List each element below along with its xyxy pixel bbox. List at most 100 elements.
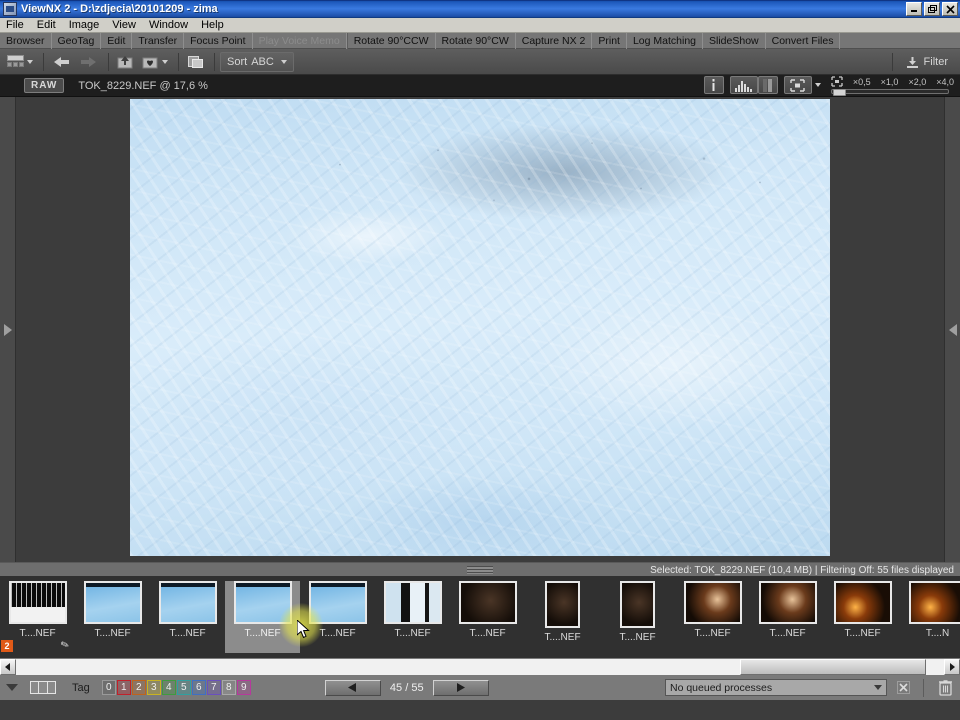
filmstrip-layout-icon[interactable] (30, 681, 56, 694)
thumbnail-image (908, 581, 960, 624)
filmstrip-thumbnail[interactable]: T....NEF (675, 581, 750, 653)
zoom-slider[interactable] (830, 89, 949, 96)
thumbnail-label: T....NEF (169, 628, 206, 639)
menu-item-file[interactable]: File (6, 19, 33, 31)
zoom-stop-2[interactable]: ×2,0 (908, 77, 926, 87)
zoom-slider-thumb[interactable] (832, 89, 846, 96)
rating-badge[interactable]: 2 (1, 640, 13, 652)
thumbnail-image (758, 581, 817, 624)
chevron-down-icon-3[interactable] (280, 59, 287, 64)
filmstrip-thumbnail[interactable]: T....NEF (825, 581, 900, 653)
menu-item-view[interactable]: View (112, 19, 145, 31)
toolbar-button-rotate-cw[interactable]: Rotate 90°CW (436, 32, 516, 49)
expand-right-panel-icon[interactable] (944, 97, 960, 562)
tag-button-1[interactable]: 1 (116, 680, 131, 695)
scroll-right-button[interactable] (944, 658, 960, 675)
zoom-stop-3[interactable]: ×4,0 (936, 77, 954, 87)
triangle-right (3, 323, 12, 336)
panel-splitter[interactable]: Selected: TOK_8229.NEF (10,4 MB) | Filte… (0, 562, 960, 576)
tag-button-5[interactable]: 5 (176, 680, 191, 695)
info-icon[interactable] (703, 76, 724, 94)
fit-to-screen-icon[interactable] (783, 76, 812, 94)
snow-photo[interactable] (130, 99, 830, 556)
thumbnail-art (235, 583, 290, 622)
trash-icon[interactable] (934, 678, 956, 698)
previous-image-button[interactable] (324, 679, 381, 696)
filmstrip-thumbnail[interactable]: T....NEF (375, 581, 450, 653)
thumbnail-art (760, 583, 815, 622)
tag-button-2[interactable]: 2 (131, 680, 146, 695)
splitter-grip[interactable] (467, 565, 493, 574)
thumbnail-art (547, 583, 578, 626)
toolbar-button-geotag[interactable]: GeoTag (52, 32, 102, 49)
queue-dropdown[interactable]: No queued processes (665, 679, 887, 696)
filmstrip-thumbnail[interactable]: T....NEF (450, 581, 525, 653)
filmstrip-thumbnail[interactable]: T....NEF (75, 581, 150, 653)
scroll-left-button[interactable] (0, 658, 16, 675)
toolbar-button-edit[interactable]: Edit (101, 32, 133, 49)
histogram-panel-toggle[interactable] (757, 76, 778, 94)
app-icon (3, 2, 17, 16)
chevron-down-icon[interactable] (27, 59, 33, 64)
toolbar-button-convert-files[interactable]: Convert Files (766, 32, 841, 49)
menu-item-window[interactable]: Window (149, 19, 197, 31)
tag-button-0[interactable]: 0 (101, 680, 116, 695)
menu-item-edit[interactable]: Edit (37, 19, 65, 31)
filter-button[interactable]: Filter (898, 52, 956, 72)
expand-left-panel-icon[interactable] (0, 97, 16, 562)
chevron-down-icon-5[interactable] (874, 685, 882, 690)
back-arrow-icon[interactable] (49, 52, 74, 72)
chevron-down-icon-2[interactable] (162, 59, 168, 64)
bottom-bar: Tag 0123456789 45 / 55 No queued process… (0, 674, 960, 700)
filmstrip-thumbnail[interactable]: T....NEF (525, 581, 600, 653)
thumbnail-art (460, 583, 515, 622)
zoom-stop-1[interactable]: ×1,0 (881, 77, 899, 87)
sort-button[interactable]: Sort ABC (220, 51, 294, 72)
tag-button-7[interactable]: 7 (206, 680, 221, 695)
toolbar-button-print[interactable]: Print (592, 32, 627, 49)
tag-button-8[interactable]: 8 (221, 680, 236, 695)
forward-arrow-icon[interactable] (76, 52, 101, 72)
sort-label: Sort (227, 55, 248, 68)
thumbnail-image (83, 581, 142, 624)
filmstrip-thumbnail[interactable]: T....NEF (750, 581, 825, 653)
histogram-group (729, 76, 778, 94)
filmstrip-thumbnail[interactable]: T....NEF (300, 581, 375, 653)
filmstrip-scrollbar[interactable] (0, 658, 960, 675)
next-image-button[interactable] (432, 679, 489, 696)
add-favorite-icon[interactable] (139, 52, 171, 72)
filmstrip-thumbnail[interactable]: T....NEF (600, 581, 675, 653)
restore-button[interactable] (924, 2, 940, 16)
tag-button-6[interactable]: 6 (191, 680, 206, 695)
filmstrip-thumbnail[interactable]: T....NEF (150, 581, 225, 653)
filmstrip-thumbnail[interactable]: T....NEF (225, 581, 300, 653)
tag-button-9[interactable]: 9 (236, 680, 251, 695)
menu-item-help[interactable]: Help (201, 19, 233, 31)
scroll-track[interactable] (16, 658, 944, 675)
tag-button-4[interactable]: 4 (161, 680, 176, 695)
zoom-stop-0[interactable]: ×0,5 (853, 77, 871, 87)
thumbnail-grid-icon[interactable] (4, 52, 36, 72)
toolbar-button-capture-nx2[interactable]: Capture NX 2 (516, 32, 593, 49)
minimize-button[interactable] (906, 2, 922, 16)
toolbar-button-transfer[interactable]: Transfer (132, 32, 185, 49)
up-folder-icon[interactable] (114, 52, 137, 72)
menu-item-image[interactable]: Image (69, 19, 109, 31)
scroll-thumb[interactable] (740, 658, 926, 675)
thumbnail-art (835, 583, 890, 622)
toolbar-button-browser[interactable]: Browser (0, 32, 52, 49)
copy-icon[interactable] (184, 52, 207, 72)
toolbar-button-slideshow[interactable]: SlideShow (703, 32, 766, 49)
toolbar-button-log-matching[interactable]: Log Matching (627, 32, 703, 49)
toolbar-button-rotate-ccw[interactable]: Rotate 90°CCW (346, 32, 436, 49)
thumbnail-image (158, 581, 217, 624)
view-mode-caret-icon[interactable] (6, 684, 18, 691)
filmstrip-thumbnail[interactable]: T....NEF 2 ✎ (0, 581, 75, 653)
chevron-down-icon-4[interactable] (814, 83, 821, 87)
close-button[interactable] (942, 2, 958, 16)
filmstrip-thumbnail[interactable]: T....N (900, 581, 960, 653)
cancel-icon[interactable] (893, 679, 913, 697)
histogram-icon[interactable] (729, 76, 758, 94)
toolbar-button-focus-point[interactable]: Focus Point (184, 32, 253, 49)
tag-button-3[interactable]: 3 (146, 680, 161, 695)
